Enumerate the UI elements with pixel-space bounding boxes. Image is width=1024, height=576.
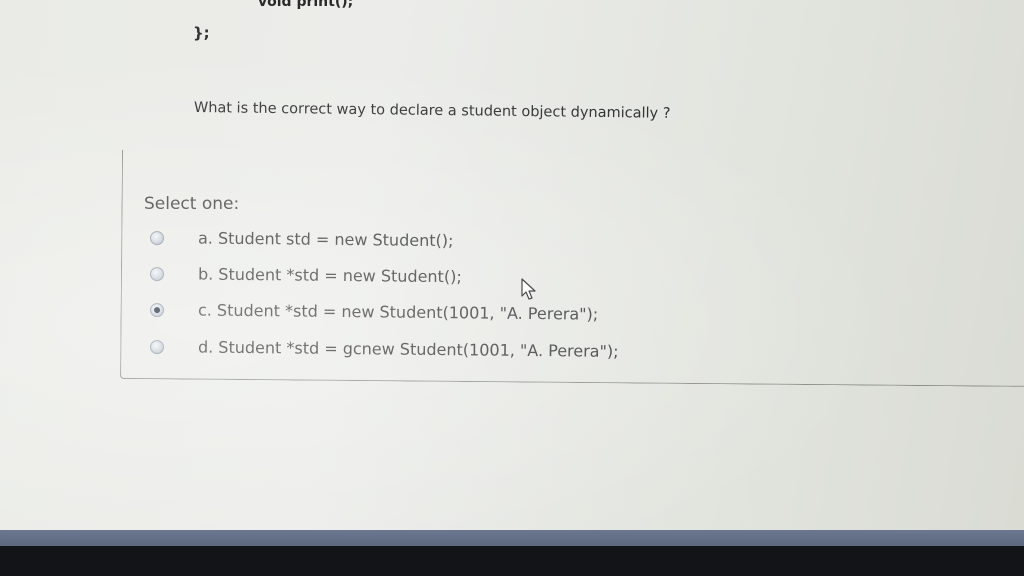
question-text: What is the correct way to declare a stu…	[193, 100, 671, 122]
radio-button-d[interactable]	[149, 340, 165, 355]
option-label-a[interactable]: a. Student std = new Student();	[198, 229, 454, 251]
select-one-label: Select one:	[144, 194, 240, 214]
code-line-print: void print();	[258, 0, 354, 10]
option-label-b[interactable]: b. Student *std = new Student();	[198, 265, 462, 287]
radio-button-a[interactable]	[149, 231, 165, 246]
radio-button-c-selected[interactable]	[149, 303, 165, 318]
screen: void print(); }; What is the correct way…	[0, 0, 1024, 540]
radio-button-b[interactable]	[149, 267, 165, 282]
code-closing-brace: };	[193, 24, 210, 42]
mouse-pointer-icon	[521, 278, 536, 300]
monitor-bezel	[0, 546, 1024, 576]
